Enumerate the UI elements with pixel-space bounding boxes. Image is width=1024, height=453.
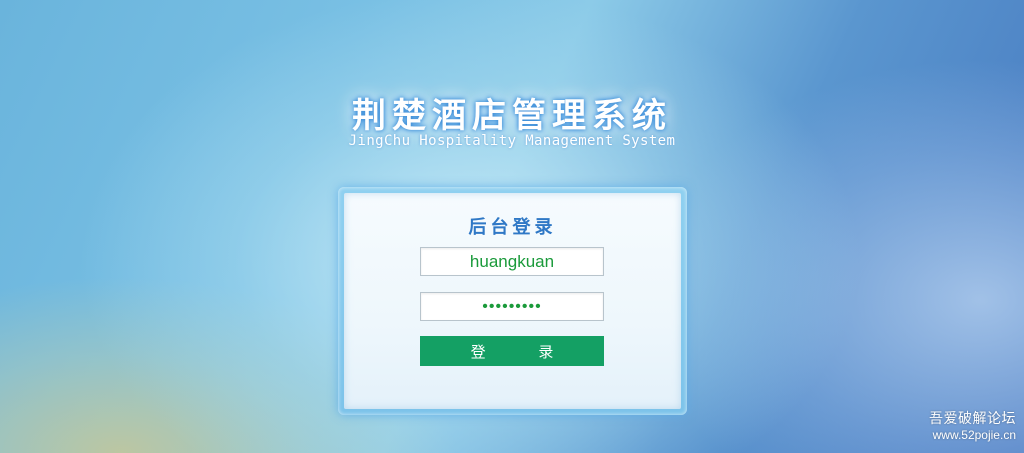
app-title: 荆楚酒店管理系统 — [352, 96, 672, 136]
login-page: { "header": { "title_cn": "荆楚酒店管理系统", "t… — [0, 0, 1024, 453]
login-panel: 后台登录 登 录 — [344, 193, 681, 409]
app-subtitle: JingChu Hospitality Management System — [348, 133, 676, 149]
site-watermark: 吾爱破解论坛 www.52pojie.cn — [929, 410, 1016, 443]
watermark-site-url: www.52pojie.cn — [932, 428, 1016, 442]
login-heading: 后台登录 — [468, 217, 557, 238]
password-input[interactable] — [420, 292, 604, 321]
watermark-site-name: 吾爱破解论坛 — [929, 411, 1016, 427]
login-button[interactable]: 登 录 — [420, 336, 604, 366]
login-panel-frame: 后台登录 登 录 — [338, 187, 687, 415]
username-input[interactable] — [420, 247, 604, 276]
